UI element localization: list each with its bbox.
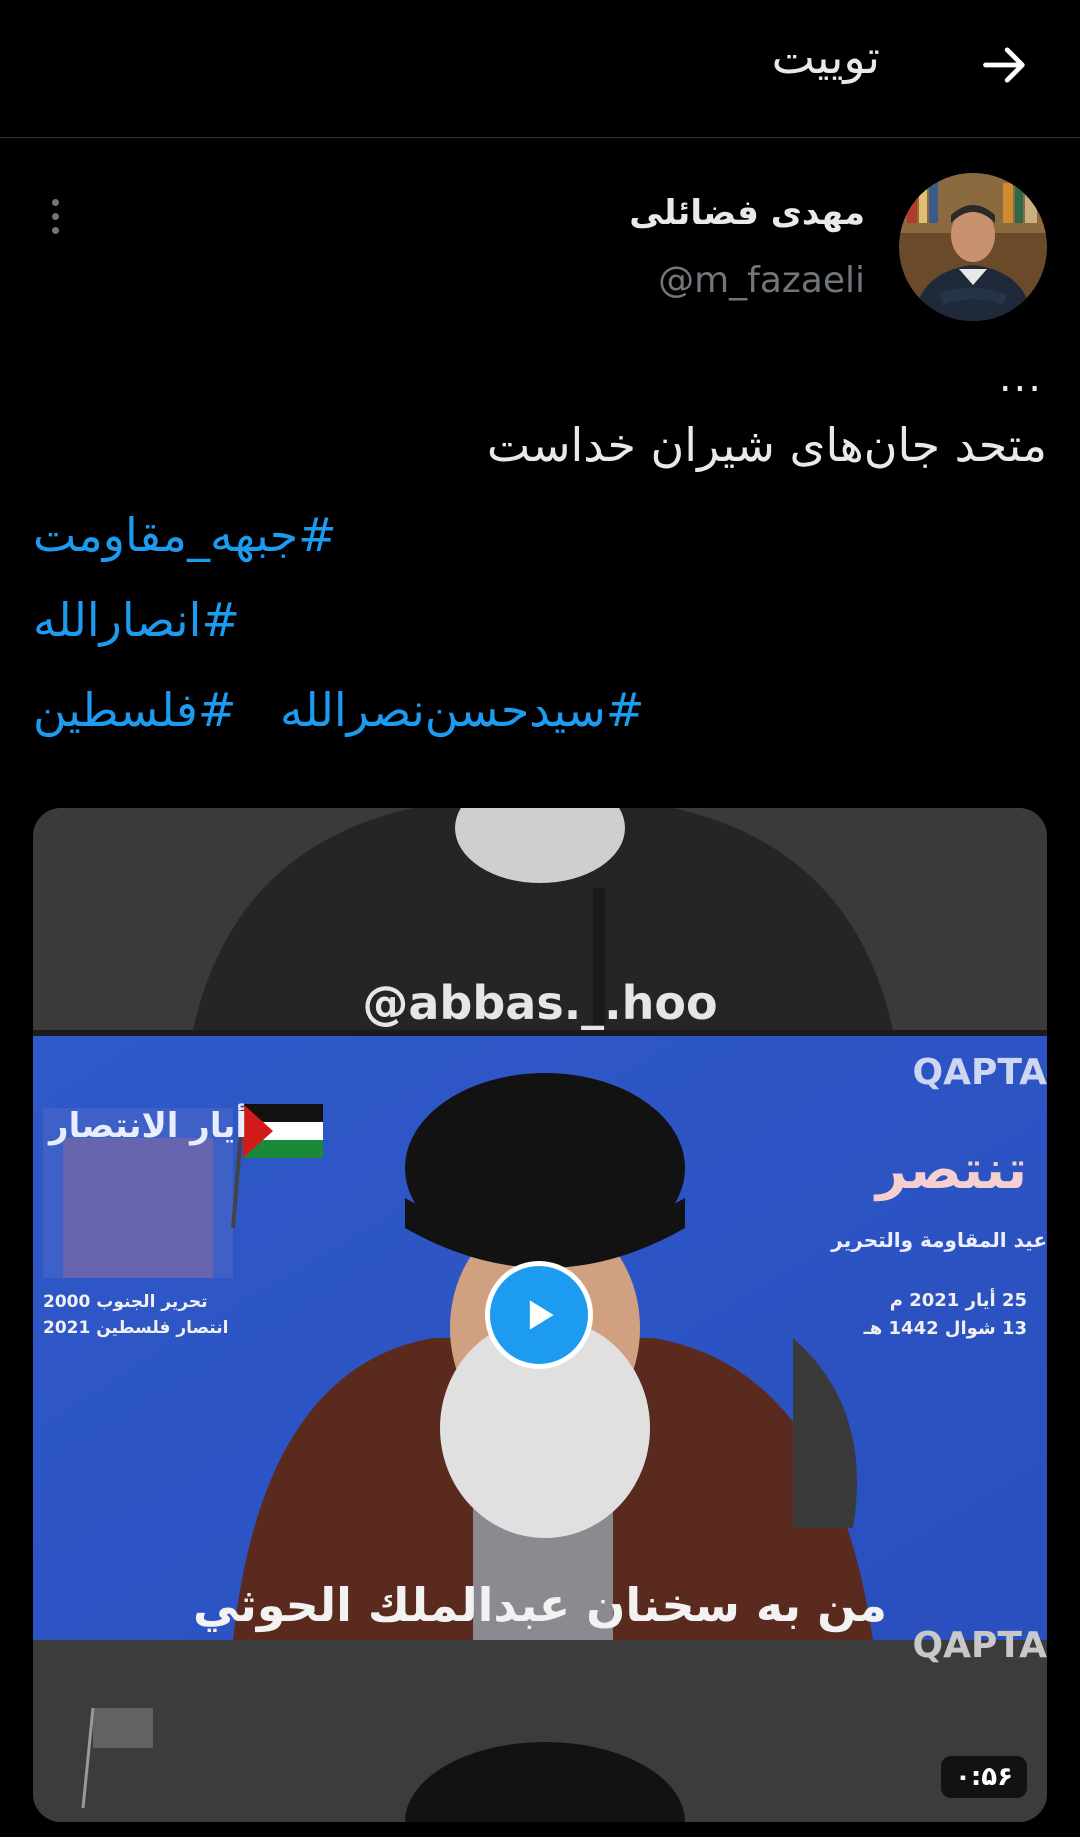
avatar[interactable] — [899, 173, 1047, 321]
video-player[interactable]: @abbas._.hoo QAPTA QAPTA أيار الانتصار ت… — [33, 808, 1047, 1822]
event-logo-title: تنتصر — [875, 1138, 1027, 1201]
event-banner-line1: تحرير الجنوب 2000 — [43, 1292, 208, 1312]
more-options-button[interactable] — [44, 196, 66, 240]
back-button[interactable] — [975, 35, 1035, 95]
author-handle[interactable]: @m_fazaeli — [658, 260, 865, 301]
video-duration: ۰:۵۶ — [940, 1756, 1027, 1798]
channel-brand: QAPTA — [912, 1052, 1047, 1093]
event-banner-line2: انتصار فلسطين 2021 — [43, 1318, 229, 1338]
top-bar: توییت — [0, 0, 1080, 138]
dot-icon — [51, 227, 59, 234]
hashtag-link[interactable]: #انصارالله — [33, 593, 240, 647]
hashtag-link[interactable]: #جبهه_مقاومت — [33, 508, 337, 562]
event-logo-subtitle: عيد المقاومة والتحرير — [831, 1228, 1047, 1252]
hashtag-link[interactable]: #سیدحسن‌نصرالله — [280, 683, 644, 737]
page-title: توییت — [771, 30, 880, 84]
dot-icon — [51, 213, 59, 220]
dot-icon — [51, 199, 59, 206]
video-caption: من به سخنان عبدالملك الحوثي — [193, 1578, 887, 1632]
play-button[interactable] — [485, 1261, 593, 1369]
watermark-text: @abbas._.hoo — [362, 976, 718, 1030]
event-date-gregorian: 25 أيار 2021 م — [889, 1290, 1027, 1311]
event-date-hijri: 13 شوال 1442 هـ — [863, 1318, 1027, 1339]
event-banner-title: أيار الانتصار — [49, 1106, 248, 1146]
arrow-right-icon — [983, 47, 1025, 83]
author-name[interactable]: مهدی فضائلی — [629, 193, 865, 233]
text-ellipsis: ... — [998, 355, 1043, 401]
hashtag-link[interactable]: #فلسطین — [33, 683, 236, 737]
play-icon — [529, 1300, 554, 1330]
tweet-text: متحد جان‌های شیران خداست — [486, 418, 1047, 472]
